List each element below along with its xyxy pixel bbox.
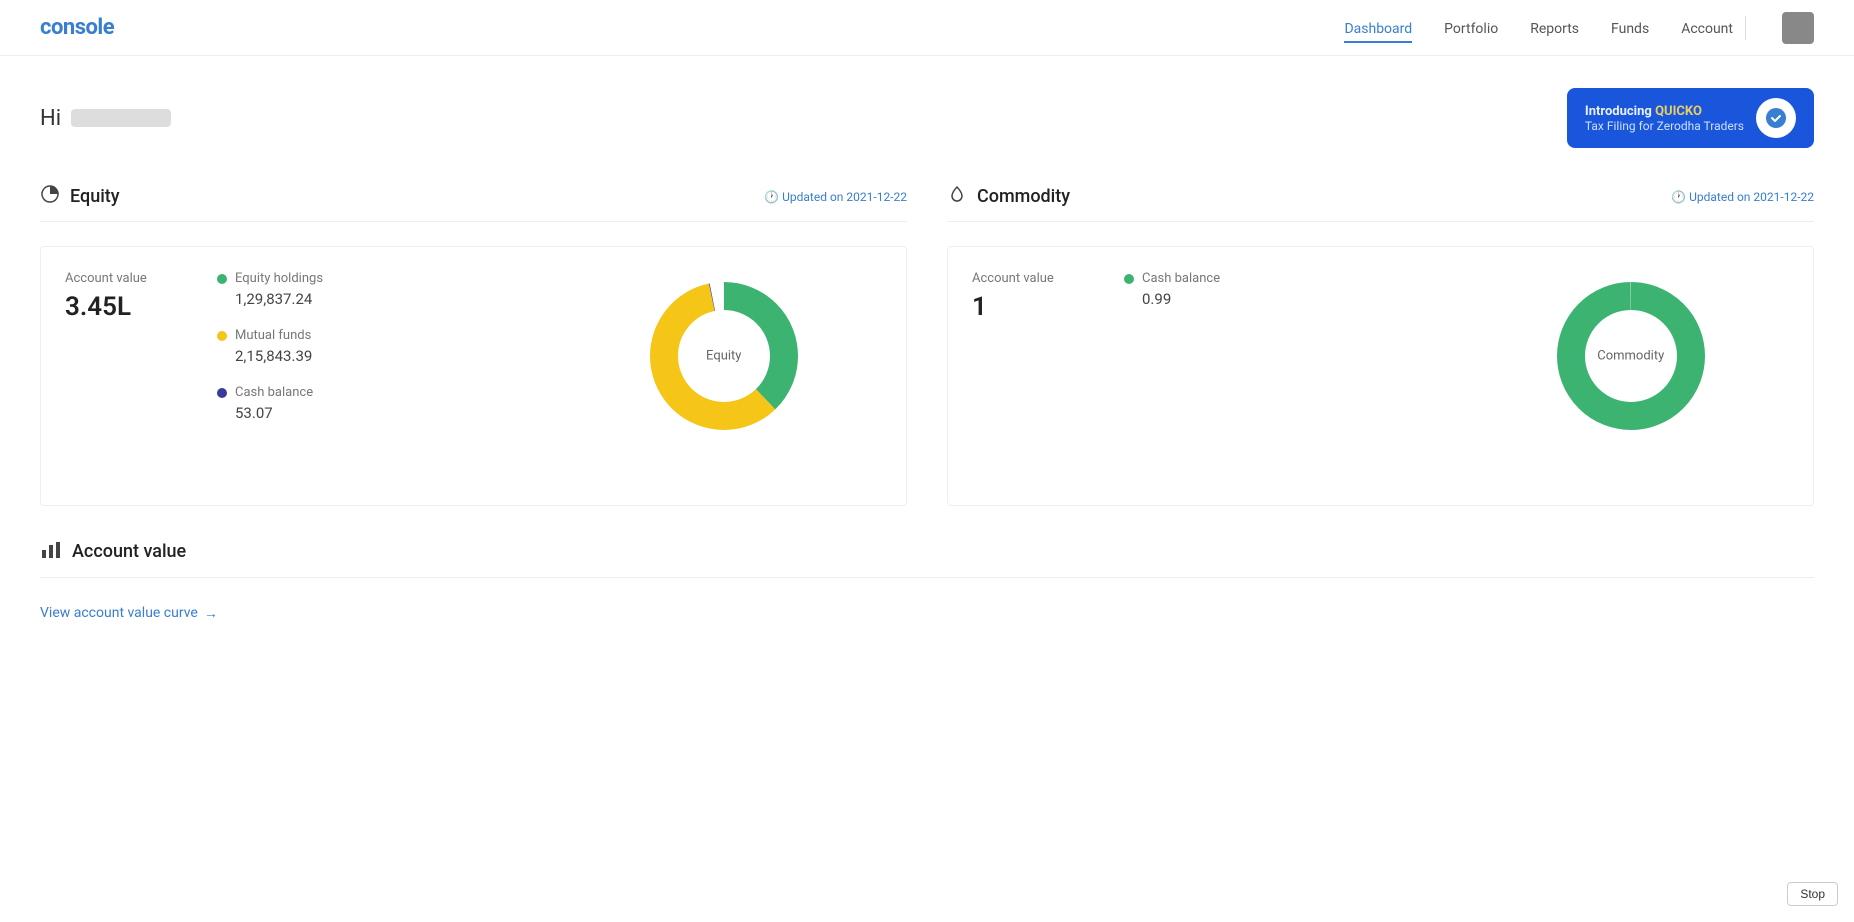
view-curve-label: View account value curve: [40, 605, 198, 621]
equity-account-value-label: Account value: [65, 271, 185, 286]
mutual-funds-value: 2,15,843.39: [235, 347, 534, 365]
hi-label: Hi: [40, 106, 61, 131]
equity-holdings-dot: [217, 274, 227, 284]
commodity-header: Commodity 🕐 Updated on 2021-12-22: [947, 184, 1814, 222]
avatar[interactable]: [1782, 12, 1814, 44]
main-content: Hi Introducing QUICKO Tax Filing for Zer…: [0, 56, 1854, 654]
quicko-intro: Introducing QUICKO: [1585, 104, 1744, 119]
mutual-funds-label: Mutual funds: [235, 328, 311, 343]
commodity-chart: Commodity: [1473, 271, 1790, 441]
commodity-legend: Cash balance 0.99: [1124, 271, 1441, 308]
navbar: console Dashboard Portfolio Reports Fund…: [0, 0, 1854, 56]
equity-updated: 🕐 Updated on 2021-12-22: [764, 190, 907, 204]
commodity-cash-label: Cash balance: [1142, 271, 1220, 286]
view-curve-arrow: →: [204, 605, 218, 622]
commodity-account-value-label: Account value: [972, 271, 1092, 286]
equity-cash-label: Cash balance: [235, 385, 313, 400]
commodity-content: Account value 1 Cash balance 0.99: [947, 246, 1814, 506]
quicko-subtitle: Tax Filing for Zerodha Traders: [1585, 119, 1744, 133]
equity-cash-value: 53.07: [235, 404, 534, 422]
equity-holdings-label: Equity holdings: [235, 271, 323, 286]
nav-item-portfolio[interactable]: Portfolio: [1444, 18, 1498, 37]
quicko-banner[interactable]: Introducing QUICKO Tax Filing for Zerodh…: [1567, 88, 1814, 148]
account-value-title: Account value: [72, 541, 186, 562]
dashboard-panels: Equity 🕐 Updated on 2021-12-22 Account v…: [40, 184, 1814, 506]
commodity-icon: [947, 184, 967, 209]
quicko-icon: [1756, 98, 1796, 138]
commodity-cash-value: 0.99: [1142, 290, 1441, 308]
commodity-title: Commodity: [947, 184, 1070, 209]
account-value-bars-icon: [40, 538, 62, 565]
logo[interactable]: console: [40, 15, 114, 40]
mutual-funds-dot: [217, 331, 227, 341]
nav-links: Dashboard Portfolio Reports Funds Accoun…: [1344, 18, 1733, 37]
equity-content: Account value 3.45L Equity holdings 1,29…: [40, 246, 907, 506]
account-value-section-header: Account value: [40, 538, 1814, 578]
legend-item-equity-cash: Cash balance 53.07: [217, 385, 534, 422]
commodity-donut: Commodity: [1546, 271, 1716, 441]
equity-title-label: Equity: [70, 186, 120, 207]
stop-button[interactable]: Stop: [1787, 882, 1838, 906]
equity-title: Equity: [40, 184, 120, 209]
commodity-updated: 🕐 Updated on 2021-12-22: [1671, 190, 1814, 204]
greeting-text: Hi: [40, 106, 171, 131]
equity-icon: [40, 184, 60, 209]
equity-panel: Equity 🕐 Updated on 2021-12-22 Account v…: [40, 184, 907, 506]
nav-separator: [1745, 16, 1746, 40]
nav-item-dashboard[interactable]: Dashboard: [1344, 18, 1412, 37]
equity-legend: Equity holdings 1,29,837.24 Mutual funds…: [217, 271, 534, 422]
user-name-placeholder: [71, 109, 171, 127]
commodity-account-value-block: Account value 1: [972, 271, 1092, 322]
commodity-panel: Commodity 🕐 Updated on 2021-12-22 Accoun…: [947, 184, 1814, 506]
legend-item-mutual-funds: Mutual funds 2,15,843.39: [217, 328, 534, 365]
equity-donut: Equity: [639, 271, 809, 441]
nav-item-reports[interactable]: Reports: [1530, 18, 1579, 37]
commodity-donut-label: Commodity: [1597, 349, 1664, 364]
greeting-row: Hi Introducing QUICKO Tax Filing for Zer…: [40, 88, 1814, 148]
nav-item-funds[interactable]: Funds: [1611, 18, 1649, 37]
view-account-value-curve-link[interactable]: View account value curve →: [40, 605, 218, 622]
legend-item-commodity-cash: Cash balance 0.99: [1124, 271, 1441, 308]
legend-item-equity-holdings: Equity holdings 1,29,837.24: [217, 271, 534, 308]
equity-account-value-block: Account value 3.45L: [65, 271, 185, 322]
equity-holdings-value: 1,29,837.24: [235, 290, 534, 308]
equity-chart: Equity: [566, 271, 883, 441]
commodity-cash-dot: [1124, 274, 1134, 284]
equity-donut-label: Equity: [706, 349, 741, 364]
account-value-section: Account value View account value curve →: [40, 538, 1814, 622]
nav-item-account[interactable]: Account: [1681, 18, 1733, 37]
commodity-title-label: Commodity: [977, 186, 1070, 207]
equity-cash-dot: [217, 388, 227, 398]
equity-account-value-amount: 3.45L: [65, 292, 185, 322]
equity-header: Equity 🕐 Updated on 2021-12-22: [40, 184, 907, 222]
commodity-account-value-amount: 1: [972, 292, 1092, 322]
quicko-text-block: Introducing QUICKO Tax Filing for Zerodh…: [1585, 104, 1744, 133]
